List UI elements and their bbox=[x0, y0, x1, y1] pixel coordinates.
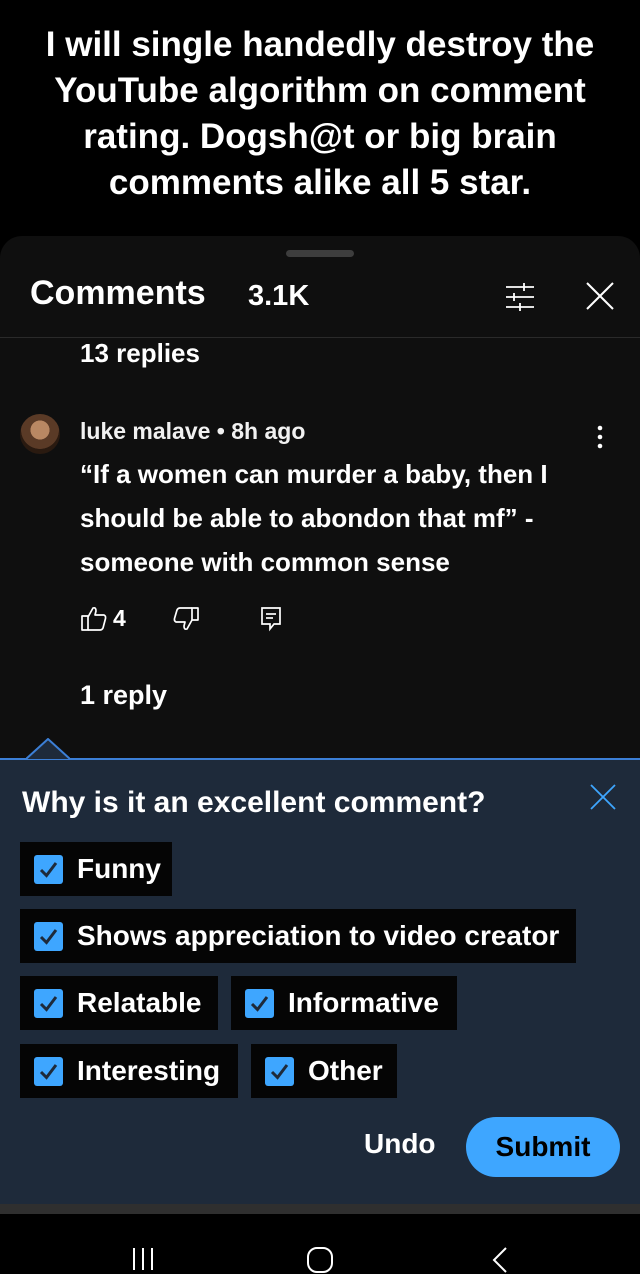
replies-link[interactable]: 1 reply bbox=[80, 680, 167, 711]
home-icon[interactable] bbox=[306, 1246, 334, 1274]
undo-button[interactable]: Undo bbox=[364, 1128, 436, 1160]
replies-link-previous[interactable]: 13 replies bbox=[80, 338, 200, 369]
option-other[interactable]: Other bbox=[251, 1044, 397, 1098]
back-icon[interactable] bbox=[490, 1246, 510, 1274]
option-informative[interactable]: Informative bbox=[231, 976, 457, 1030]
option-label: Shows appreciation to video creator bbox=[77, 920, 560, 951]
checkbox-checked-icon[interactable] bbox=[34, 854, 63, 884]
avatar[interactable] bbox=[20, 414, 60, 454]
close-icon[interactable] bbox=[584, 280, 616, 312]
option-relatable[interactable]: Relatable bbox=[20, 976, 218, 1030]
option-shows-appreciation[interactable]: Shows appreciation to video creator bbox=[20, 909, 576, 963]
option-label: Informative bbox=[288, 987, 439, 1018]
comment-time: 8h ago bbox=[231, 418, 306, 444]
filter-icon[interactable] bbox=[504, 281, 536, 313]
comments-count: 3.1K bbox=[248, 280, 310, 312]
author-name[interactable]: luke malave bbox=[80, 418, 210, 444]
option-interesting[interactable]: Interesting bbox=[20, 1044, 238, 1098]
feedback-question: Why is it an excellent comment? bbox=[22, 786, 486, 819]
drag-handle[interactable] bbox=[286, 250, 354, 257]
option-label: Interesting bbox=[77, 1055, 221, 1086]
panel-pointer bbox=[26, 738, 70, 760]
thumbs-up-icon[interactable] bbox=[80, 604, 108, 632]
checkbox-checked-icon[interactable] bbox=[265, 1056, 294, 1086]
submit-button[interactable]: Submit bbox=[466, 1117, 620, 1177]
option-label: Other bbox=[308, 1055, 383, 1086]
like-count: 4 bbox=[113, 605, 126, 631]
checkbox-checked-icon[interactable] bbox=[245, 988, 274, 1018]
close-icon[interactable] bbox=[588, 782, 618, 812]
checkbox-checked-icon[interactable] bbox=[34, 1056, 63, 1086]
option-funny[interactable]: Funny bbox=[20, 842, 172, 896]
bottom-divider bbox=[0, 1204, 640, 1214]
comment-text: “If a women can murder a baby, then I sh… bbox=[80, 459, 548, 577]
meta-separator: • bbox=[210, 418, 232, 444]
checkbox-checked-icon[interactable] bbox=[34, 988, 63, 1018]
post-caption: I will single handedly destroy the YouTu… bbox=[45, 25, 595, 202]
thumbs-down-icon[interactable] bbox=[172, 606, 200, 634]
option-label: Funny bbox=[77, 853, 161, 884]
comment-meta: luke malave • 8h ago bbox=[80, 418, 305, 445]
more-options-icon[interactable] bbox=[590, 422, 610, 452]
reply-icon[interactable] bbox=[260, 606, 282, 632]
recent-apps-icon[interactable] bbox=[131, 1246, 155, 1272]
comments-title: Comments bbox=[30, 274, 206, 312]
option-label: Relatable bbox=[77, 987, 202, 1018]
checkbox-checked-icon[interactable] bbox=[34, 921, 63, 951]
